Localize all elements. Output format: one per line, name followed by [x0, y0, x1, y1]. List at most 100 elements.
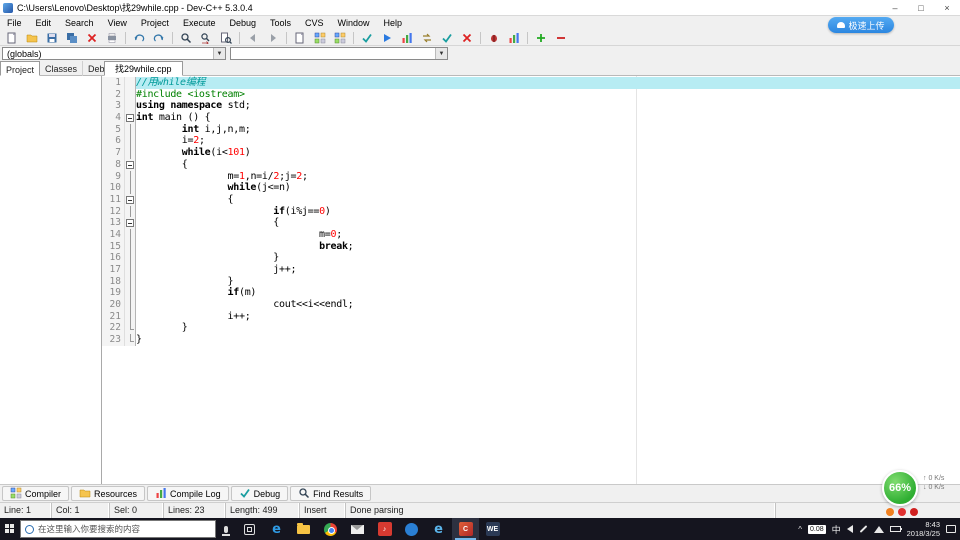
project-panel[interactable]: [0, 76, 102, 484]
volume-icon[interactable]: [846, 525, 853, 533]
pen-icon[interactable]: [859, 525, 868, 533]
sidebar-tab-project[interactable]: Project: [0, 61, 41, 76]
redo-button[interactable]: [149, 30, 169, 45]
close-file-button[interactable]: [82, 30, 102, 45]
menu-help[interactable]: Help: [377, 16, 410, 30]
cloud-upload-badge[interactable]: 极速上传: [828, 17, 894, 33]
fold-collapse-icon[interactable]: [126, 160, 134, 169]
syntax-check-button[interactable]: [437, 30, 457, 45]
save-all-button[interactable]: [62, 30, 82, 45]
fold-collapse-icon[interactable]: [126, 219, 134, 228]
replace-button[interactable]: [196, 30, 216, 45]
taskbar-search-box[interactable]: 在这里输入你要搜索的内容: [20, 520, 216, 538]
bottom-tab-resources[interactable]: Resources: [71, 486, 146, 501]
code-line[interactable]: while(j<=n): [136, 182, 960, 194]
class-browser-combo[interactable]: (globals) ▼: [2, 47, 226, 60]
new-file-button[interactable]: [2, 30, 22, 45]
bottom-tab-find-results[interactable]: Find Results: [290, 486, 372, 501]
rebuild-button[interactable]: [417, 30, 437, 45]
taskbar-app-file-explorer[interactable]: [290, 518, 317, 540]
taskbar-app-ie[interactable]: e: [425, 518, 452, 540]
menu-debug[interactable]: Debug: [222, 16, 263, 30]
ime-indicator[interactable]: 中: [832, 523, 841, 536]
add-to-project-button[interactable]: [531, 30, 551, 45]
menu-cvs[interactable]: CVS: [298, 16, 331, 30]
goto-back-button[interactable]: [243, 30, 263, 45]
stop-execution-button[interactable]: [457, 30, 477, 45]
maximize-button[interactable]: □: [908, 0, 934, 16]
find-in-files-button[interactable]: [216, 30, 236, 45]
print-button[interactable]: [102, 30, 122, 45]
code-line[interactable]: cout<<i<<endl;: [136, 299, 960, 311]
remove-from-project-button[interactable]: [551, 30, 571, 45]
new-unit-button[interactable]: [290, 30, 310, 45]
taskbar-app-chrome[interactable]: [317, 518, 344, 540]
sidebar-tab-classes[interactable]: Classes: [40, 61, 84, 76]
code-line[interactable]: {: [136, 217, 960, 229]
menu-tools[interactable]: Tools: [263, 16, 298, 30]
network-icon[interactable]: [873, 525, 884, 533]
compile-and-run-button[interactable]: [397, 30, 417, 45]
code-line[interactable]: using namespace std;: [136, 100, 960, 112]
battery-icon[interactable]: [889, 526, 902, 532]
toggle-bookmark-button[interactable]: [330, 30, 350, 45]
chevron-down-icon[interactable]: ▼: [213, 48, 225, 59]
security-ball[interactable]: 66%: [882, 470, 918, 506]
code-line[interactable]: {: [136, 194, 960, 206]
code-line[interactable]: i++;: [136, 311, 960, 323]
notification-center-icon[interactable]: [946, 525, 956, 533]
virus-scan-icon[interactable]: [898, 508, 906, 516]
find-button[interactable]: [176, 30, 196, 45]
code-line[interactable]: }: [136, 334, 960, 346]
code-line[interactable]: }: [136, 252, 960, 264]
insert-snippet-button[interactable]: [310, 30, 330, 45]
menu-file[interactable]: File: [0, 16, 29, 30]
code-line[interactable]: {: [136, 159, 960, 171]
bottom-tab-compiler[interactable]: Compiler: [2, 486, 70, 501]
start-button[interactable]: [0, 518, 20, 540]
code-line[interactable]: i=2;: [136, 135, 960, 147]
taskbar-app-mail[interactable]: [344, 518, 371, 540]
code-line[interactable]: if(m): [136, 287, 960, 299]
code-line[interactable]: break;: [136, 241, 960, 253]
compile-button[interactable]: [357, 30, 377, 45]
taskbar-app-task-view[interactable]: [236, 518, 263, 540]
member-combo[interactable]: ▼: [230, 47, 448, 60]
menu-project[interactable]: Project: [134, 16, 176, 30]
taskbar-clock[interactable]: 8:43 2018/3/25: [907, 520, 940, 538]
cpu-meter-badge[interactable]: 0.08: [807, 524, 826, 534]
fold-collapse-icon[interactable]: [126, 195, 134, 204]
code-line[interactable]: m=1,n=i/2;j=2;: [136, 171, 960, 183]
run-button[interactable]: [377, 30, 397, 45]
code-line[interactable]: //用while编程: [136, 77, 960, 89]
undo-button[interactable]: [129, 30, 149, 45]
settings-gear-icon[interactable]: [910, 508, 918, 516]
menu-execute[interactable]: Execute: [176, 16, 223, 30]
bottom-tab-compile-log[interactable]: Compile Log: [147, 486, 229, 501]
profile-button[interactable]: [504, 30, 524, 45]
code-line[interactable]: m=0;: [136, 229, 960, 241]
close-button[interactable]: ×: [934, 0, 960, 16]
code-line[interactable]: int main () {: [136, 112, 960, 124]
code-line[interactable]: }: [136, 276, 960, 288]
fold-collapse-icon[interactable]: [126, 114, 134, 123]
bottom-tab-debug[interactable]: Debug: [230, 486, 289, 501]
taskbar-app-edge[interactable]: e: [263, 518, 290, 540]
speedup-icon[interactable]: [886, 508, 894, 516]
debug-button[interactable]: [484, 30, 504, 45]
hidden-icons-chevron[interactable]: ^: [798, 525, 802, 534]
taskbar-app-qq[interactable]: [398, 518, 425, 540]
code-line[interactable]: while(i<101): [136, 147, 960, 159]
menu-edit[interactable]: Edit: [29, 16, 59, 30]
menu-view[interactable]: View: [101, 16, 134, 30]
taskbar-app-wegame[interactable]: WE: [479, 518, 506, 540]
taskbar-app-dev-cpp[interactable]: C: [452, 518, 479, 540]
minimize-button[interactable]: –: [882, 0, 908, 16]
microphone-icon[interactable]: [222, 525, 230, 536]
code-line[interactable]: #include <iostream>: [136, 89, 960, 101]
open-file-button[interactable]: [22, 30, 42, 45]
menu-search[interactable]: Search: [58, 16, 101, 30]
code-line[interactable]: if(i%j==0): [136, 206, 960, 218]
editor-tab-file[interactable]: 找29while.cpp: [104, 61, 183, 76]
chevron-down-icon[interactable]: ▼: [435, 48, 447, 59]
